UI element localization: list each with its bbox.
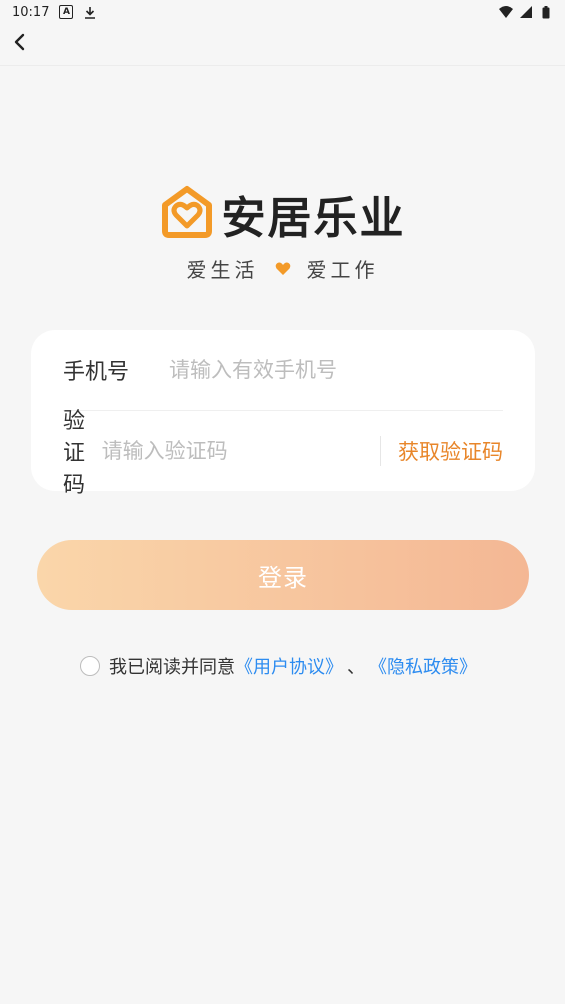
status-bar: 10:17 A — [0, 0, 565, 24]
logo-name: 安居乐业 — [221, 193, 406, 244]
heart-icon — [275, 257, 291, 281]
login-form-card: 手机号 验证码 获取验证码 — [31, 330, 535, 498]
agree-checkbox[interactable] — [80, 656, 100, 676]
phone-row: 手机号 — [63, 330, 503, 411]
status-time: 10:17 — [12, 4, 50, 20]
login-button[interactable]: 登录 — [37, 540, 529, 610]
slogan-left: 爱生活 — [186, 258, 259, 282]
top-nav — [0, 24, 565, 66]
privacy-policy-link[interactable]: 《隐私政策》 — [369, 653, 477, 679]
code-label: 验证码 — [63, 409, 86, 498]
phone-label: 手机号 — [63, 360, 130, 385]
text-notification-icon: A — [59, 5, 74, 19]
user-agreement-link[interactable]: 《用户协议》 — [235, 653, 343, 679]
download-icon — [83, 5, 97, 19]
phone-input[interactable] — [169, 358, 503, 382]
code-row: 验证码 获取验证码 — [63, 409, 503, 498]
code-input[interactable] — [101, 439, 370, 463]
agreement-separator: 、 — [347, 657, 365, 678]
get-code-button[interactable]: 获取验证码 — [398, 436, 503, 466]
agreement-prefix: 我已阅读并同意 — [109, 657, 235, 678]
slogan-right: 爱工作 — [306, 258, 379, 282]
battery-icon — [539, 5, 553, 19]
logo-slogan: 爱生活 爱工作 — [187, 254, 379, 283]
back-button[interactable] — [6, 30, 34, 58]
signal-icon — [519, 5, 533, 19]
logo-top: 安居乐业 — [160, 182, 406, 246]
house-heart-icon — [160, 184, 214, 244]
wifi-icon — [499, 5, 513, 19]
status-right — [499, 5, 553, 19]
chevron-left-icon — [13, 33, 27, 55]
app-logo: 安居乐业 爱生活 爱工作 — [0, 182, 565, 283]
agreement-row: 我已阅读并同意 《用户协议》 、 《隐私政策》 — [80, 653, 477, 679]
status-left: 10:17 A — [12, 5, 97, 20]
